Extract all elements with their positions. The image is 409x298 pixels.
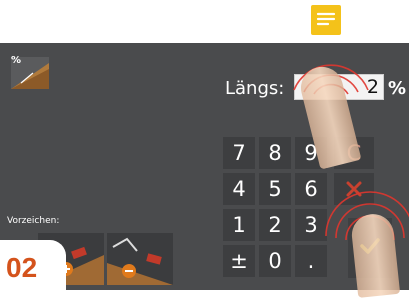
key-4[interactable]: 4 bbox=[223, 173, 255, 205]
key-decimal[interactable]: . bbox=[295, 245, 327, 277]
key-6[interactable]: 6 bbox=[295, 173, 327, 205]
key-plus-minus[interactable]: ± bbox=[223, 245, 255, 277]
sign-label: Vorzeichen: bbox=[7, 216, 60, 226]
key-8[interactable]: 8 bbox=[259, 137, 291, 169]
sign-minus-button[interactable] bbox=[107, 233, 173, 285]
key-7[interactable]: 7 bbox=[223, 137, 255, 169]
key-5[interactable]: 5 bbox=[259, 173, 291, 205]
key-1[interactable]: 1 bbox=[223, 209, 255, 241]
step-number-badge: 02 bbox=[0, 240, 66, 290]
sign-minus-icon bbox=[107, 237, 173, 285]
note-icon[interactable] bbox=[311, 5, 341, 35]
slope-percent-label: % bbox=[11, 55, 22, 66]
key-0[interactable]: 0 bbox=[259, 245, 291, 277]
field-unit: % bbox=[388, 78, 407, 99]
cancel-button[interactable] bbox=[334, 173, 374, 205]
key-3[interactable]: 3 bbox=[295, 209, 327, 241]
cancel-x-icon bbox=[346, 181, 362, 197]
field-label-laengs: Längs: bbox=[225, 78, 285, 99]
slope-percent-icon[interactable]: % bbox=[11, 55, 49, 89]
key-2[interactable]: 2 bbox=[259, 209, 291, 241]
